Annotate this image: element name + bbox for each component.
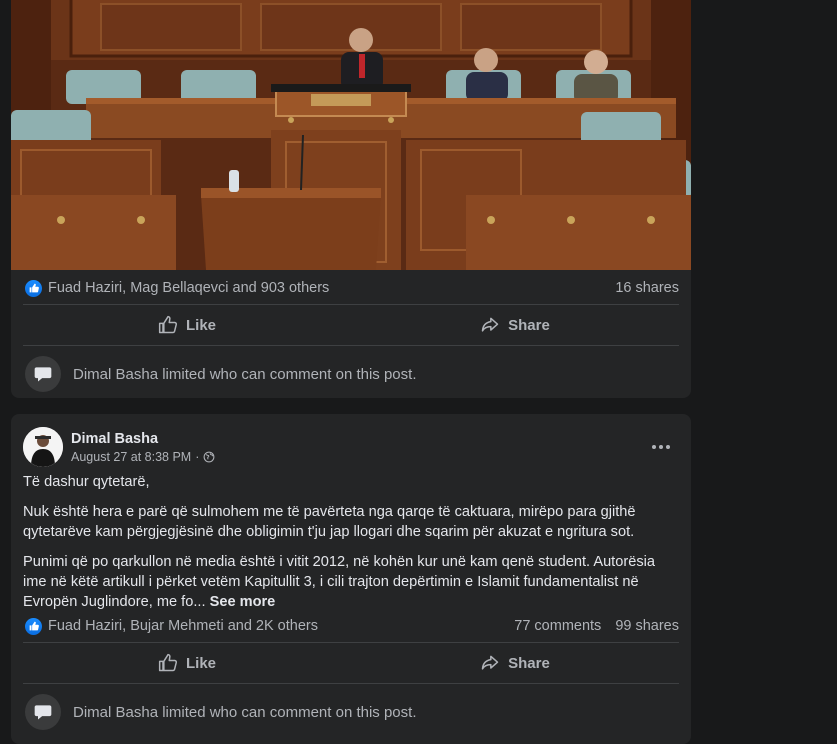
comment-restriction-notice: Dimal Basha limited who can comment on t… <box>25 356 679 392</box>
post-header: Dimal Basha August 27 at 8:38 PM · <box>23 426 679 468</box>
divider <box>23 642 679 643</box>
comment-bubble-icon <box>25 356 61 392</box>
like-label: Like <box>185 654 216 672</box>
share-arrow-icon <box>481 655 499 670</box>
more-options-icon[interactable] <box>643 429 679 465</box>
post-greeting: Të dashur qytetarë, <box>23 474 150 490</box>
thumbs-up-icon <box>158 653 178 672</box>
reaction-names[interactable]: Fuad Haziri, Mag Bellaqevci and 903 othe… <box>48 280 601 296</box>
avatar[interactable] <box>23 427 63 467</box>
meta-separator: · <box>195 449 200 464</box>
post-paragraph: Nuk është hera e parë që sulmohem me të … <box>23 504 636 540</box>
reactions-summary: Fuad Haziri, Mag Bellaqevci and 903 othe… <box>25 277 679 299</box>
divider <box>23 304 679 305</box>
author-name[interactable]: Dimal Basha <box>71 431 643 447</box>
post-card-1: Fuad Haziri, Mag Bellaqevci and 903 othe… <box>11 0 691 398</box>
share-button[interactable]: Share <box>351 306 679 344</box>
divider <box>23 345 679 346</box>
shares-count[interactable]: 99 shares <box>615 618 679 634</box>
post-actions: Like Share <box>23 644 679 682</box>
comment-restriction-notice: Dimal Basha limited who can comment on t… <box>25 694 679 730</box>
comment-bubble-icon <box>25 694 61 730</box>
see-more-link[interactable]: See more <box>210 594 276 610</box>
post-text: Të dashur qytetarë, Nuk është hera e par… <box>23 472 675 622</box>
reaction-names[interactable]: Fuad Haziri, Bujar Mehmeti and 2K others <box>48 618 500 634</box>
share-button[interactable]: Share <box>351 644 679 682</box>
post-photo[interactable] <box>11 0 691 270</box>
comments-count[interactable]: 77 comments <box>514 618 601 634</box>
reactions-summary: Fuad Haziri, Bujar Mehmeti and 2K others… <box>25 615 679 637</box>
post-actions: Like Share <box>23 306 679 344</box>
parliament-photo <box>11 0 691 270</box>
share-arrow-icon <box>481 317 499 332</box>
comment-notice-text: Dimal Basha limited who can comment on t… <box>73 365 417 383</box>
post-card-2: Dimal Basha August 27 at 8:38 PM · Të da… <box>11 414 691 744</box>
post-timestamp[interactable]: August 27 at 8:38 PM <box>71 450 191 464</box>
post-paragraph: Punimi që po qarkullon në media është i … <box>23 552 675 612</box>
like-button[interactable]: Like <box>23 644 351 682</box>
like-badge-icon <box>25 279 42 297</box>
like-label: Like <box>185 316 216 334</box>
globe-icon <box>203 451 215 462</box>
like-button[interactable]: Like <box>23 306 351 344</box>
post-meta: August 27 at 8:38 PM · <box>71 450 643 464</box>
share-label: Share <box>508 654 550 672</box>
like-badge-icon <box>25 617 42 635</box>
comment-notice-text: Dimal Basha limited who can comment on t… <box>73 703 417 721</box>
shares-count[interactable]: 16 shares <box>615 280 679 296</box>
divider <box>23 683 679 684</box>
share-label: Share <box>508 316 550 334</box>
thumbs-up-icon <box>158 315 178 334</box>
post-paragraph-text: Punimi që po qarkullon në media është i … <box>23 554 655 610</box>
